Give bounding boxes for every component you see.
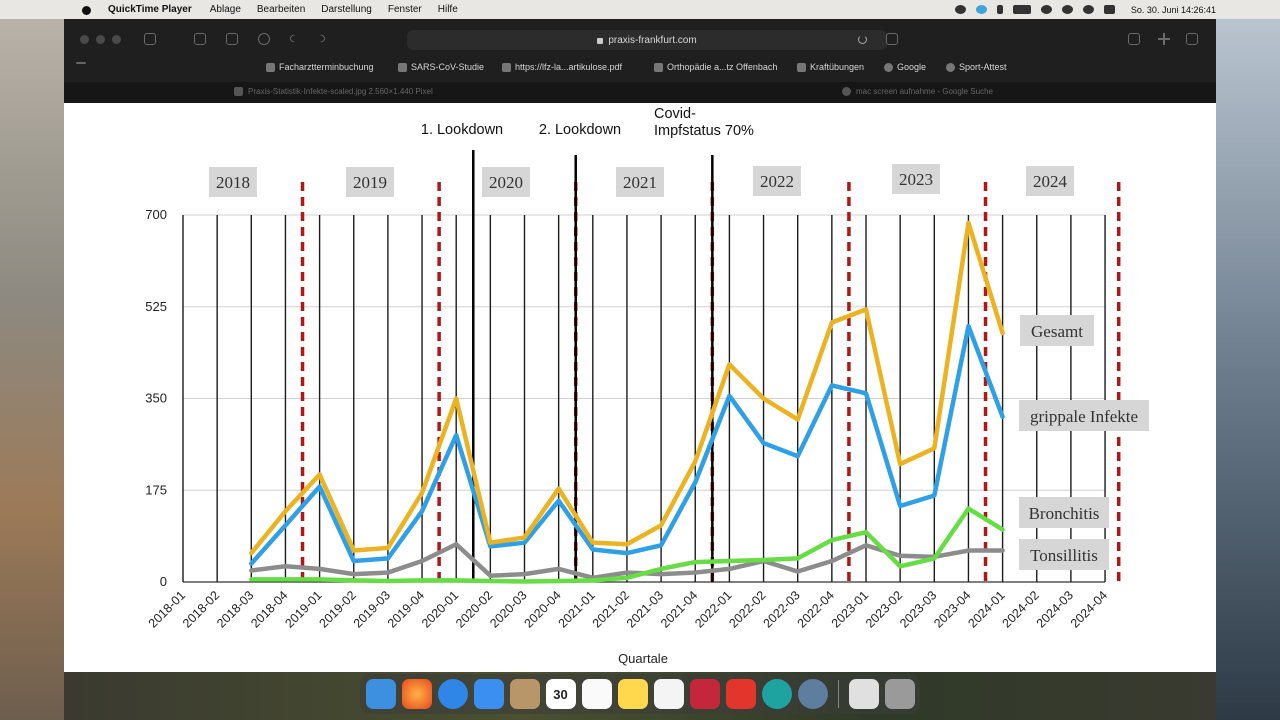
firefox-icon[interactable] [401, 679, 432, 709]
year-labels: 2018 2019 2020 2021 2022 2023 2024 [209, 164, 1074, 197]
x-axis-title: Quartale [618, 651, 668, 666]
finder-icon[interactable] [365, 679, 396, 709]
event-label: Covid- [654, 106, 696, 122]
safari-icon[interactable] [437, 679, 468, 709]
x-tick-label: 2018-03 [214, 588, 256, 630]
x-tick-label: 2024-03 [1034, 588, 1076, 630]
x-tick-label: 2023-01 [829, 588, 871, 630]
x-tick-label: 2021-04 [658, 588, 700, 630]
dock: 30 [360, 674, 920, 714]
event-label: Impfstatus 70% [654, 123, 754, 139]
year-label: 2023 [899, 170, 933, 189]
x-tick-label: 2018-02 [180, 588, 222, 630]
todo-icon[interactable] [689, 679, 720, 709]
year-label: 2020 [489, 173, 523, 192]
year-label: 2024 [1033, 172, 1068, 191]
reminders-icon[interactable] [581, 679, 612, 709]
x-tick-label: 2023-02 [863, 588, 905, 630]
anydesk-icon[interactable] [725, 679, 756, 709]
x-tick-label: 2022-04 [795, 588, 837, 630]
event-markers: 1. Lookdown 2. Lookdown Covid-Impfstatus 7… [300, 106, 1121, 582]
x-tick-label: 2020-02 [453, 588, 495, 630]
year-label: 2019 [353, 173, 387, 192]
y-tick-label: 525 [145, 299, 167, 314]
x-tick-label: 2020-03 [487, 588, 529, 630]
legend: Gesamt grippale Infekte Bronchitis Tonsilli… [1019, 315, 1149, 570]
legend-label: grippale Infekte [1030, 407, 1138, 426]
x-tick-label: 2019-02 [317, 588, 359, 630]
year-label: 2021 [623, 173, 657, 192]
preview-icon[interactable] [848, 679, 879, 709]
grid [182, 214, 1106, 583]
x-tick-label: 2021-01 [556, 588, 598, 630]
x-tick-label: 2024-02 [1000, 588, 1042, 630]
legend-label: Bronchitis [1029, 504, 1100, 523]
axes: 0 175 350 525 700 2018-012018-022018-032018-0… [145, 207, 1110, 666]
legend-label: Gesamt [1031, 322, 1083, 341]
x-tick-label: 2022-02 [726, 588, 768, 630]
x-tick-label: 2021-03 [624, 588, 666, 630]
x-tick-label: 2019-03 [351, 588, 393, 630]
x-tick-label: 2018-04 [248, 588, 290, 630]
x-tick-label: 2018-01 [146, 588, 188, 630]
x-tick-label: 2024-04 [1068, 588, 1110, 630]
y-tick-label: 0 [160, 574, 167, 589]
notes-icon[interactable] [617, 679, 648, 709]
x-tick-label: 2023-03 [897, 588, 939, 630]
x-tick-label: 2019-01 [282, 588, 324, 630]
event-label: 2. Lookdown [539, 122, 621, 138]
x-tick-label: 2020-01 [419, 588, 461, 630]
textedit-icon[interactable] [653, 679, 684, 709]
event-label: 1. Lookdown [421, 122, 503, 138]
calendar-icon[interactable]: 30 [545, 679, 576, 709]
y-tick-label: 175 [145, 482, 167, 497]
x-tick-label: 2020-04 [521, 588, 563, 630]
trash-icon[interactable] [884, 679, 915, 709]
x-tick-label: 2022-03 [760, 588, 802, 630]
legend-label: Tonsillitis [1030, 546, 1098, 565]
x-tick-label: 2022-01 [692, 588, 734, 630]
eset-icon[interactable] [761, 679, 792, 709]
year-label: 2022 [760, 172, 794, 191]
y-tick-label: 350 [145, 391, 167, 406]
dock-separator [837, 680, 839, 708]
x-tick-label: 2021-02 [590, 588, 632, 630]
y-tick-label: 700 [145, 207, 167, 222]
x-tick-label: 2019-04 [385, 588, 427, 630]
mail-icon[interactable] [473, 679, 504, 709]
x-tick-label: 2024-01 [965, 588, 1007, 630]
line-chart: 1. Lookdown 2. Lookdown Covid-Impfstatus 7… [145, 106, 1149, 666]
contacts-icon[interactable] [509, 679, 540, 709]
quicktime-icon[interactable] [797, 679, 828, 709]
year-label: 2018 [216, 173, 250, 192]
x-tick-label: 2023-04 [931, 588, 973, 630]
